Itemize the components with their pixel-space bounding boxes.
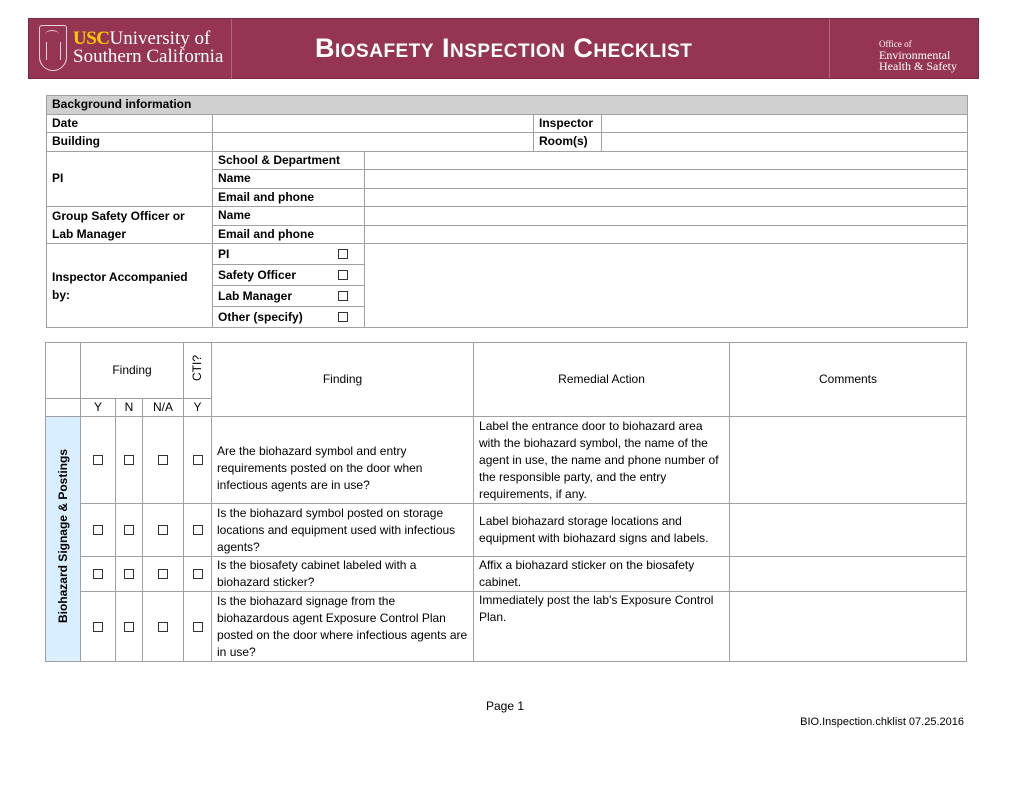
accompanied-option-lab-manager: Lab Manager — [212, 285, 365, 307]
date-label: Date — [46, 113, 213, 133]
gso-name-label: Name — [212, 206, 365, 226]
checkbox-y[interactable] — [93, 525, 103, 536]
header-divider — [231, 19, 232, 80]
pi-email-field[interactable] — [364, 187, 968, 207]
inspector-label: Inspector — [533, 113, 602, 133]
checkbox-n[interactable] — [124, 621, 134, 632]
checkbox-n[interactable] — [124, 455, 134, 466]
inspector-field[interactable] — [601, 113, 968, 133]
y-header: Y — [80, 398, 116, 417]
accompanied-notes[interactable] — [364, 243, 968, 328]
gso-name-field[interactable] — [364, 206, 968, 226]
page-number: Page 1 — [486, 699, 525, 713]
pi-name-field[interactable] — [364, 169, 968, 189]
comments-field[interactable] — [729, 416, 967, 504]
remedial-text: Label the entrance door to biohazard are… — [473, 416, 731, 504]
usc-logo: USCUniversity of Southern California — [39, 25, 223, 71]
checkbox-y[interactable] — [93, 569, 103, 580]
page-header: USCUniversity of Southern California Bio… — [28, 18, 979, 80]
checkbox[interactable] — [338, 312, 348, 322]
checkbox-n[interactable] — [124, 569, 134, 580]
header-divider — [829, 19, 830, 80]
checkbox-na[interactable] — [158, 525, 168, 536]
option-label: PI — [218, 246, 230, 261]
gso-email-field[interactable] — [364, 224, 968, 244]
cti-header: CTI? — [190, 354, 205, 381]
comments-field[interactable] — [729, 591, 967, 662]
checkbox[interactable] — [338, 270, 348, 280]
finding-group-header: Finding — [79, 342, 185, 399]
usc-seal-icon — [39, 25, 67, 71]
remedial-text: Immediately post the lab's Exposure Cont… — [473, 591, 731, 662]
finding-text: Is the biohazard signage from the biohaz… — [211, 591, 475, 662]
finding-text: Is the biosafety cabinet labeled with a … — [211, 556, 475, 592]
rooms-label: Room(s) — [533, 132, 602, 152]
option-label: Other (specify) — [218, 309, 303, 324]
pi-email-label: Email and phone — [212, 187, 365, 207]
building-label: Building — [46, 132, 213, 152]
rooms-field[interactable] — [601, 132, 968, 152]
table-row: Is the biosafety cabinet labeled with a … — [46, 556, 967, 592]
finding-text: Is the biohazard symbol posted on storag… — [211, 503, 475, 557]
option-label: Lab Manager — [218, 288, 293, 303]
gso-label: Group Safety Officer or Lab Manager — [46, 206, 213, 244]
ehs-logo: Office of Environmental Health & Safety — [879, 39, 957, 72]
category-label: Biohazard Signage & Postings — [55, 449, 70, 624]
category-cell: Biohazard Signage & Postings — [45, 416, 81, 662]
pi-school-label: School & Department — [212, 150, 365, 170]
ehs-line3: Health & Safety — [879, 59, 957, 73]
checkbox[interactable] — [338, 291, 348, 301]
table-row: Is the biohazard signage from the biohaz… — [46, 591, 967, 662]
accompanied-label: Inspector Accompanied by: — [46, 243, 213, 328]
page-title: Biosafety Inspection Checklist — [315, 33, 693, 63]
option-label: Safety Officer — [218, 267, 297, 282]
comments-field[interactable] — [729, 556, 967, 592]
building-field[interactable] — [212, 132, 534, 152]
pi-school-field[interactable] — [364, 150, 968, 170]
findings-table: Finding CTI? Finding Remedial Action Com… — [45, 342, 967, 662]
pi-name-label: Name — [212, 169, 365, 189]
checkbox-y[interactable] — [93, 621, 103, 632]
na-header: N/A — [141, 398, 185, 417]
checkbox[interactable] — [338, 249, 348, 259]
document-id: BIO.Inspection.chklist 07.25.2016 — [800, 716, 964, 728]
checkbox-cti[interactable] — [192, 621, 203, 632]
finding-header: Finding — [211, 342, 475, 417]
checkbox-cti[interactable] — [192, 569, 203, 580]
checkbox-na[interactable] — [158, 455, 168, 466]
accompanied-option-pi: PI — [212, 243, 365, 265]
checkbox-cti[interactable] — [192, 455, 203, 466]
logo-line2: Southern California — [73, 46, 224, 67]
checkbox-na[interactable] — [158, 569, 168, 580]
accompanied-option-other: Other (specify) — [212, 306, 365, 328]
gso-email-label: Email and phone — [212, 224, 365, 244]
date-field[interactable] — [212, 113, 534, 133]
pi-label: PI — [46, 150, 213, 207]
remedial-text: Label biohazard storage locations and eq… — [473, 503, 731, 557]
finding-text: Are the biohazard symbol and entry requi… — [211, 416, 475, 504]
comments-field[interactable] — [729, 503, 967, 557]
background-info-table: Background information Date Inspector Bu… — [46, 95, 968, 328]
table-row: Biohazard Signage & Postings Are the bio… — [45, 416, 967, 662]
checkbox-na[interactable] — [158, 621, 168, 632]
accompanied-option-safety-officer: Safety Officer — [212, 264, 365, 286]
comments-header: Comments — [729, 342, 967, 417]
category-header-blank — [45, 342, 81, 399]
cti-y-header: Y — [183, 398, 213, 417]
remedial-text: Affix a biohazard sticker on the biosafe… — [473, 556, 731, 592]
n-header: N — [115, 398, 143, 417]
checkbox-n[interactable] — [124, 525, 134, 536]
category-subheader-blank — [45, 398, 81, 417]
checkbox-y[interactable] — [93, 455, 103, 466]
background-heading: Background information — [46, 95, 968, 115]
checkbox-cti[interactable] — [192, 525, 203, 536]
remedial-header: Remedial Action — [473, 342, 731, 417]
table-row: Is the biohazard symbol posted on storag… — [46, 503, 967, 557]
